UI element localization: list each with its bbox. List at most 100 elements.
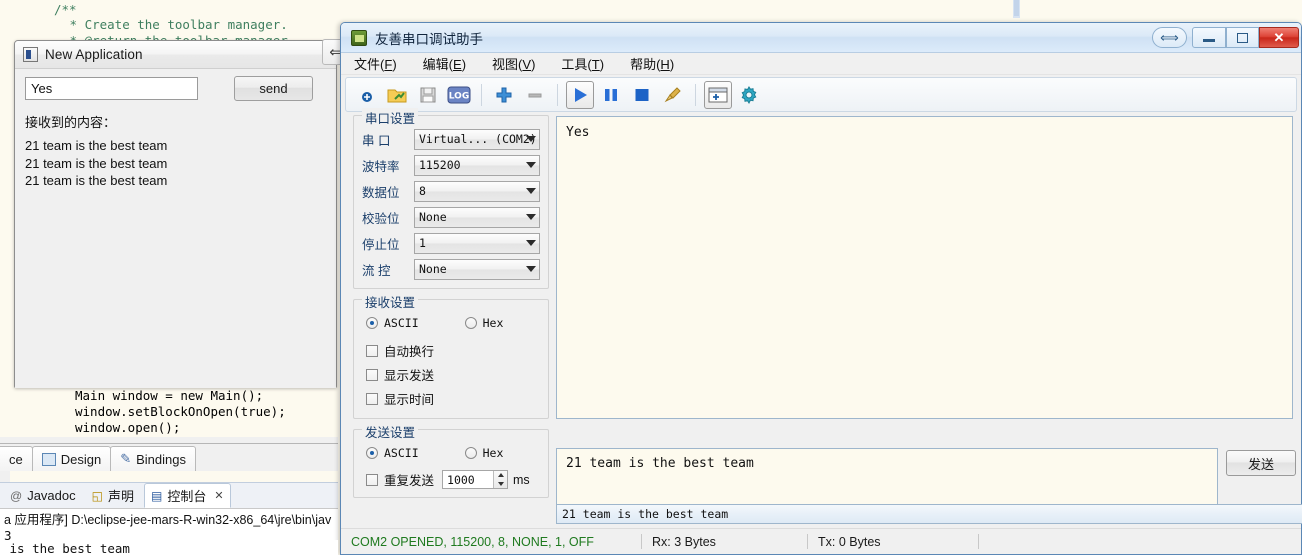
send-ascii-label: ASCII	[384, 446, 419, 460]
field-parity: 校验位 None	[362, 206, 540, 228]
showtime-checkbox[interactable]: 显示时间	[366, 389, 540, 408]
chevron-down-icon	[526, 136, 536, 142]
log-icon[interactable]: LOG	[445, 81, 473, 109]
console-line: is the best team	[2, 541, 130, 555]
repeat-send-checkbox[interactable]	[366, 473, 378, 486]
clear-broom-icon[interactable]	[659, 81, 687, 109]
message-input[interactable]	[25, 77, 198, 100]
receive-hex-radio[interactable]: Hex	[464, 316, 504, 330]
play-icon[interactable]	[566, 80, 594, 109]
open-folder-icon[interactable]	[383, 81, 411, 109]
autowrap-checkbox[interactable]: 自动换行	[366, 341, 540, 360]
flowcontrol-select-value: None	[419, 262, 447, 276]
stopbits-select[interactable]: 1	[414, 232, 540, 254]
code-line: * Create the toolbar manager.	[62, 17, 288, 32]
send-button[interactable]: 发送	[1226, 450, 1296, 476]
checkbox-indicator	[366, 392, 378, 405]
menu-view[interactable]: 视图(V)	[489, 53, 538, 74]
port-select[interactable]: Virtual... (COM2)	[414, 128, 540, 150]
new-tab-icon[interactable]	[704, 80, 732, 109]
receive-textarea[interactable]: Yes	[556, 116, 1293, 419]
receive-ascii-radio[interactable]: ASCII	[366, 316, 419, 330]
settings-column: 串口设置 串 口 Virtual... (COM2) 波特率 115200 数据…	[353, 108, 549, 508]
menu-help[interactable]: 帮助(H)	[627, 53, 677, 74]
tab-bindings[interactable]: ✎ Bindings	[110, 446, 196, 471]
serial-menubar: 文件(F) 编辑(E) 视图(V) 工具(T) 帮助(H)	[341, 53, 1301, 75]
screen: /** * Create the toolbar manager. * @ret…	[0, 0, 1302, 555]
radio-indicator	[464, 447, 477, 459]
field-stopbits: 停止位 1	[362, 232, 540, 254]
javadoc-icon: @	[10, 488, 23, 503]
close-icon[interactable]: ✕	[214, 489, 223, 502]
stop-icon[interactable]	[628, 81, 656, 109]
stepper-buttons[interactable]	[493, 471, 508, 488]
send-settings-group: 发送设置 ASCII Hex 重复发送 1000 ms	[353, 422, 549, 498]
field-parity-label: 校验位	[362, 211, 400, 226]
received-content-list: 21 team is the best team 21 team is the …	[25, 137, 167, 190]
pause-icon[interactable]	[597, 81, 625, 109]
maximize-button[interactable]	[1226, 27, 1259, 48]
editor-vertical-scrollbar[interactable]	[1014, 0, 1019, 16]
menu-tools-accel: T	[591, 57, 600, 72]
help-button[interactable]: ⟺	[1152, 27, 1187, 48]
databits-select[interactable]: 8	[414, 180, 540, 202]
code-line: Main window = new Main();	[75, 388, 264, 403]
design-icon	[41, 452, 56, 466]
tab-javadoc[interactable]: @ Javadoc	[4, 486, 82, 505]
toolbar-separator	[481, 83, 482, 106]
tab-design[interactable]: Design	[31, 446, 112, 471]
send-history-value: 21 team is the best team	[562, 507, 729, 521]
menu-file[interactable]: 文件(F)	[351, 53, 400, 74]
send-text: 21 team is the best team	[566, 456, 754, 471]
serial-titlebar[interactable]: 友善串口调试助手 ⟺ ✕	[341, 23, 1301, 53]
status-connection: COM2 OPENED, 115200, 8, NONE, 1, OFF	[351, 534, 594, 549]
port-select-value: Virtual... (COM2)	[419, 132, 537, 146]
tab-source-label: ce	[9, 451, 23, 467]
send-ascii-radio[interactable]: ASCII	[366, 446, 419, 460]
maximize-icon	[1237, 32, 1248, 43]
bindings-icon: ✎	[120, 451, 132, 466]
settings-gear-icon[interactable]	[735, 81, 763, 109]
repeat-send-label: 重复发送	[384, 474, 435, 488]
field-flowcontrol: 流 控 None	[362, 258, 540, 280]
send-hex-radio[interactable]: Hex	[464, 446, 503, 460]
minimize-icon	[1203, 39, 1215, 42]
remove-icon[interactable]	[521, 81, 549, 109]
menu-tools[interactable]: 工具(T)	[558, 53, 607, 74]
send-settings-title: 发送设置	[362, 422, 419, 441]
new-icon[interactable]	[352, 81, 380, 109]
checkbox-indicator	[366, 368, 378, 381]
receive-settings-title: 接收设置	[362, 292, 419, 311]
radio-indicator	[366, 317, 378, 329]
send-history-combo[interactable]: 21 team is the best team	[556, 504, 1302, 524]
serial-statusbar: COM2 OPENED, 115200, 8, NONE, 1, OFF Rx:…	[341, 528, 1301, 554]
stepper-down-icon[interactable]	[497, 481, 504, 486]
flowcontrol-select[interactable]: None	[414, 258, 540, 280]
interval-stepper[interactable]: 1000	[442, 470, 509, 489]
new-application-titlebar[interactable]: New Application ⟺	[15, 39, 358, 69]
parity-select[interactable]: None	[414, 206, 540, 228]
baud-select[interactable]: 115200	[414, 154, 540, 176]
application-icon	[23, 47, 38, 62]
checkbox-indicator	[366, 344, 378, 357]
stepper-up-icon[interactable]	[497, 473, 504, 478]
close-button[interactable]: ✕	[1259, 27, 1299, 48]
send-button[interactable]: send	[234, 76, 313, 101]
tab-console[interactable]: ▤ 控制台 ✕	[143, 483, 231, 508]
chevron-down-icon	[526, 188, 536, 194]
code-line: window.setBlockOnOpen(true);	[75, 404, 286, 419]
declaration-icon: ◱	[91, 488, 103, 503]
save-icon[interactable]	[414, 81, 442, 109]
tab-declaration[interactable]: ◱ 声明	[86, 484, 140, 507]
minimize-button[interactable]	[1192, 27, 1226, 48]
tab-source[interactable]: ce	[0, 446, 33, 471]
port-settings-group: 串口设置 串 口 Virtual... (COM2) 波特率 115200 数据…	[353, 108, 549, 289]
tab-javadoc-label: Javadoc	[27, 488, 76, 503]
field-databits: 数据位 8	[362, 180, 540, 202]
new-application-title: New Application	[45, 47, 143, 62]
add-icon[interactable]	[490, 81, 518, 109]
showsend-checkbox[interactable]: 显示发送	[366, 365, 540, 384]
menu-edit[interactable]: 编辑(E)	[420, 53, 469, 74]
receive-hex-label: Hex	[482, 316, 504, 330]
field-port-label: 串 口	[362, 133, 391, 148]
